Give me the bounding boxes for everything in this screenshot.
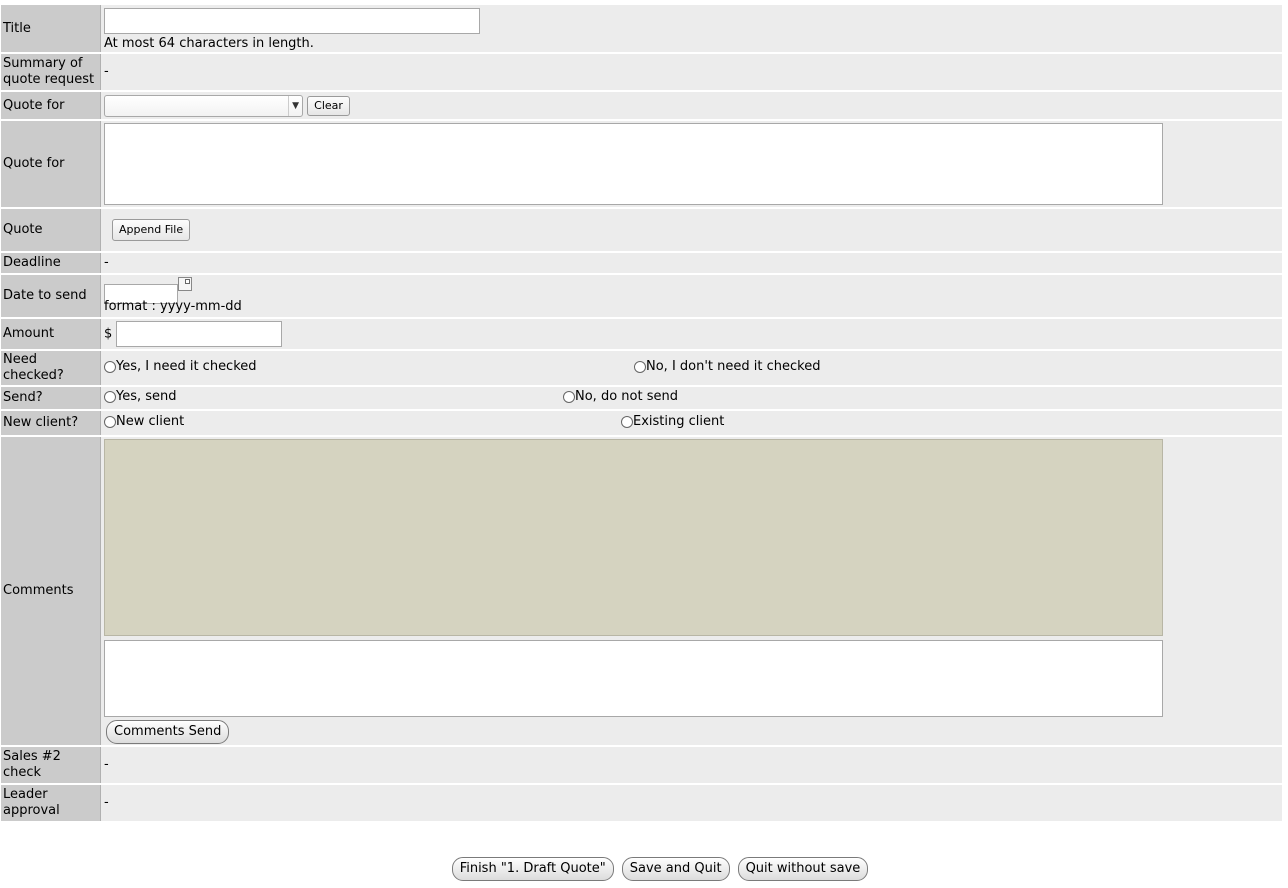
existing-client-option-label: Existing client	[633, 413, 725, 429]
sales2-check-row: Sales #2 check -	[1, 747, 1282, 783]
action-bar: Finish "1. Draft Quote" Save and Quit Qu…	[0, 857, 1288, 883]
quote-for-select-row: Quote for ▼ Clear	[1, 92, 1282, 119]
quote-form: Title At most 64 characters in length. S…	[1, 3, 1282, 823]
send-row: Send? Yes, send No, do not send	[1, 387, 1282, 409]
calendar-icon[interactable]	[178, 277, 192, 291]
amount-cell: $	[101, 319, 1282, 349]
deadline-row: Deadline -	[1, 253, 1282, 273]
radio-icon[interactable]	[621, 415, 633, 428]
deadline-label: Deadline	[1, 253, 101, 273]
new-client-cell: New client Existing client	[101, 411, 1282, 435]
need-checked-cell: Yes, I need it checked No, I don't need …	[101, 351, 1282, 385]
quote-for-text-cell	[101, 121, 1282, 207]
date-to-send-label: Date to send	[1, 275, 101, 317]
need-checked-yes-label: Yes, I need it checked	[116, 358, 257, 374]
radio-icon[interactable]	[563, 390, 575, 403]
date-to-send-cell: format : yyyy-mm-dd	[101, 275, 1282, 317]
amount-input[interactable]	[116, 321, 283, 347]
new-client-option-label: New client	[116, 413, 185, 429]
sales2-check-label: Sales #2 check	[1, 747, 101, 783]
radio-icon[interactable]	[104, 390, 116, 403]
comments-input[interactable]	[104, 640, 1163, 717]
amount-row: Amount $	[1, 319, 1282, 349]
existing-client-option[interactable]: Existing client	[621, 414, 724, 430]
title-hint: At most 64 characters in length.	[104, 36, 314, 51]
summary-row: Summary of quote request -	[1, 54, 1282, 90]
need-checked-row: Need checked? Yes, I need it checked No,…	[1, 351, 1282, 385]
send-yes-option[interactable]: Yes, send	[104, 389, 563, 405]
save-and-quit-button[interactable]: Save and Quit	[621, 857, 730, 881]
quote-for-select[interactable]: ▼	[104, 94, 303, 117]
sales2-check-value: -	[101, 747, 1282, 783]
radio-icon[interactable]	[104, 415, 116, 428]
currency-symbol: $	[104, 326, 113, 342]
need-checked-no-option[interactable]: No, I don't need it checked	[634, 359, 820, 375]
date-to-send-row: Date to send format : yyyy-mm-dd	[1, 275, 1282, 317]
comments-log	[104, 439, 1163, 636]
chevron-down-icon: ▼	[288, 95, 299, 116]
send-no-option[interactable]: No, do not send	[563, 389, 678, 405]
comments-send-button[interactable]: Comments Send	[106, 720, 230, 744]
new-client-option[interactable]: New client	[104, 414, 621, 430]
radio-icon[interactable]	[104, 360, 116, 373]
quote-for-text-label: Quote for	[1, 121, 101, 207]
title-label: Title	[1, 5, 101, 52]
need-checked-yes-option[interactable]: Yes, I need it checked	[104, 359, 634, 375]
comments-label: Comments	[1, 437, 101, 745]
quote-cell: Append File	[101, 209, 1282, 251]
quote-for-text-row: Quote for	[1, 121, 1282, 207]
need-checked-label: Need checked?	[1, 351, 101, 385]
new-client-row: New client? New client Existing client	[1, 411, 1282, 435]
comments-cell: Comments Send	[101, 437, 1282, 745]
quit-without-save-button[interactable]: Quit without save	[737, 857, 869, 881]
leader-approval-value: -	[101, 785, 1282, 821]
quote-for-textarea[interactable]	[104, 123, 1163, 205]
comments-row: Comments Comments Send	[1, 437, 1282, 745]
append-file-button[interactable]: Append File	[112, 219, 191, 241]
quote-label: Quote	[1, 209, 101, 251]
summary-value: -	[101, 54, 1282, 90]
leader-approval-row: Leader approval -	[1, 785, 1282, 821]
send-yes-label: Yes, send	[116, 388, 177, 404]
quote-for-select-cell: ▼ Clear	[101, 92, 1282, 119]
deadline-value: -	[101, 253, 1282, 273]
summary-label: Summary of quote request	[1, 54, 101, 90]
quote-for-select-label: Quote for	[1, 92, 101, 119]
leader-approval-label: Leader approval	[1, 785, 101, 821]
radio-icon[interactable]	[634, 360, 646, 373]
clear-button[interactable]: Clear	[307, 95, 350, 116]
title-input[interactable]	[104, 8, 480, 34]
finish-draft-quote-button[interactable]: Finish "1. Draft Quote"	[451, 857, 614, 881]
send-label: Send?	[1, 387, 101, 409]
send-no-label: No, do not send	[575, 388, 678, 404]
send-cell: Yes, send No, do not send	[101, 387, 1282, 409]
need-checked-no-label: No, I don't need it checked	[646, 358, 821, 374]
quote-row: Quote Append File	[1, 209, 1282, 251]
title-row: Title At most 64 characters in length.	[1, 5, 1282, 52]
new-client-label: New client?	[1, 411, 101, 435]
amount-label: Amount	[1, 319, 101, 349]
date-format-hint: format : yyyy-mm-dd	[104, 299, 242, 314]
title-cell: At most 64 characters in length.	[101, 5, 1282, 52]
